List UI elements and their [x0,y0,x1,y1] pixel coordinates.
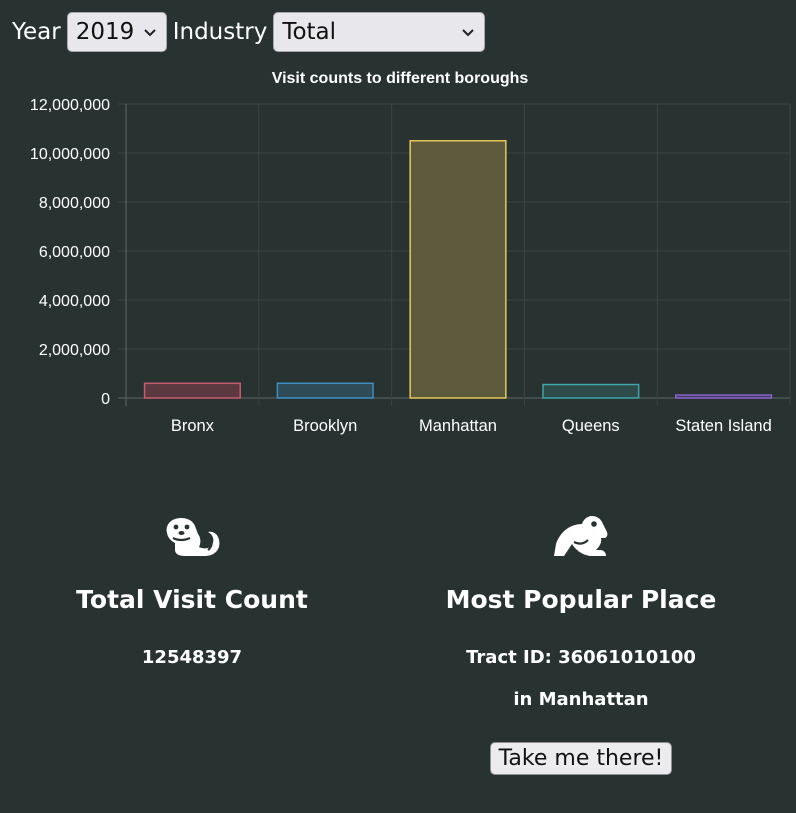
y-tick-label: 10,000,000 [30,146,110,163]
year-label: Year [12,19,61,45]
bar-staten-island[interactable] [675,394,773,399]
x-tick-label: Staten Island [675,417,771,435]
y-tick-label: 8,000,000 [39,195,110,212]
popular-place-title: Most Popular Place [445,585,717,614]
y-axis: 0 2,000,000 4,000,000 6,000,000 8,000,000 10,… [30,97,110,408]
bar-queens[interactable] [542,383,640,399]
chart-title: Visit counts to different boroughs [272,70,529,87]
borough-visits-chart: Visit counts to different boroughs 0 2,00… [30,70,791,435]
industry-select[interactable]: Total [273,12,486,52]
total-visit-panel: Total Visit Count 12548397 [42,512,342,668]
x-tick-label: Brooklyn [293,417,357,435]
bar-manhattan[interactable] [409,140,507,399]
x-tick-label: Queens [562,417,620,435]
otter-icon [166,518,220,556]
chevron-down-icon [143,29,156,37]
total-visit-value: 12548397 [141,647,243,668]
tract-id-text: Tract ID: 36061010100 [466,647,696,668]
take-me-there-button[interactable]: Take me there! [489,742,673,775]
filter-controls: Year 2019 Industry Total [12,11,491,53]
x-axis: Bronx Brooklyn Manhattan Queens Staten Islan… [171,417,772,435]
y-tick-label: 0 [101,391,110,408]
x-tick-label: Manhattan [419,417,497,435]
bar-bronx[interactable] [143,382,241,399]
popular-place-panel: Most Popular Place Tract ID: 36061010100… [420,512,742,775]
industry-label: Industry [172,19,268,45]
total-visit-title: Total Visit Count [76,585,308,614]
x-tick-label: Bronx [171,417,215,435]
bar-brooklyn[interactable] [276,382,374,399]
y-tick-label: 2,000,000 [39,342,110,359]
frog-icon [554,516,608,556]
chevron-down-icon [462,29,475,37]
y-tick-label: 12,000,000 [30,97,110,114]
year-select[interactable]: 2019 [66,12,167,52]
borough-text: in Manhattan [513,689,649,710]
y-tick-label: 4,000,000 [39,293,110,310]
year-select-value: 2019 [75,19,135,45]
y-tick-label: 6,000,000 [39,244,110,261]
industry-select-value: Total [282,19,337,45]
bars [143,140,773,399]
